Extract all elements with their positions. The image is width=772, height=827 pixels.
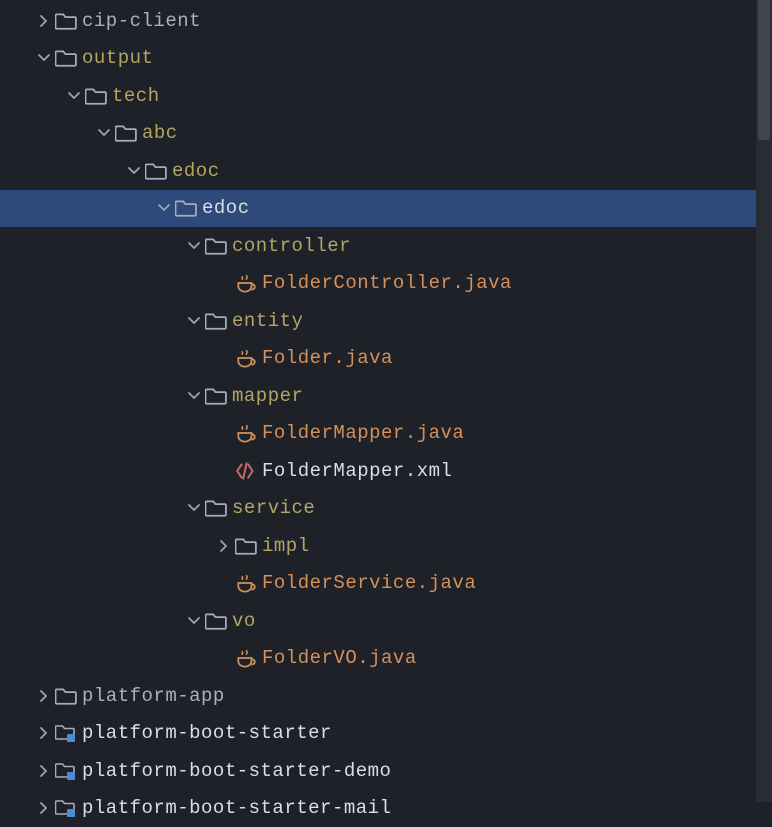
tree-item-label: edoc [172,160,220,182]
tree-item-label: platform-boot-starter-demo [82,760,391,782]
folder-icon [174,198,198,218]
java-icon [234,348,258,368]
tree-row[interactable]: service [0,490,772,528]
java-icon [234,273,258,293]
tree-row[interactable]: FolderVO.java [0,640,772,678]
folder-icon [54,48,78,68]
scrollbar-track[interactable] [756,0,772,802]
tree-item-label: Folder.java [262,347,393,369]
tree-row[interactable]: entity [0,302,772,340]
chevron-down-icon[interactable] [184,613,204,629]
folder-icon [204,311,228,331]
chevron-right-icon[interactable] [34,763,54,779]
tree-row[interactable]: edoc [0,152,772,190]
folder-icon [234,536,258,556]
chevron-down-icon[interactable] [184,313,204,329]
tree-row[interactable]: FolderMapper.xml [0,452,772,490]
tree-row[interactable]: edoc [0,190,772,228]
chevron-down-icon[interactable] [64,88,84,104]
chevron-right-icon[interactable] [34,725,54,741]
tree-row[interactable]: platform-app [0,677,772,715]
tree-row[interactable]: output [0,40,772,78]
project-tree[interactable]: cip-client output tech abc edoc edoc controlle… [0,0,772,827]
folder-icon [54,686,78,706]
tree-item-label: vo [232,610,256,632]
xml-icon [234,461,258,481]
tree-row[interactable]: cip-client [0,2,772,40]
tree-row[interactable]: platform-boot-starter [0,715,772,753]
folder-icon [54,11,78,31]
chevron-down-icon[interactable] [34,50,54,66]
tree-row[interactable]: tech [0,77,772,115]
folder-icon [204,611,228,631]
module-icon [54,723,78,743]
module-icon [54,798,78,818]
folder-icon [204,498,228,518]
chevron-down-icon[interactable] [124,163,144,179]
tree-item-label: abc [142,122,178,144]
chevron-right-icon[interactable] [34,13,54,29]
scrollbar-thumb[interactable] [758,0,770,140]
chevron-down-icon[interactable] [184,388,204,404]
tree-item-label: impl [262,535,310,557]
chevron-down-icon[interactable] [94,125,114,141]
tree-item-label: platform-app [82,685,225,707]
folder-icon [84,86,108,106]
folder-icon [204,236,228,256]
folder-icon [114,123,138,143]
java-icon [234,423,258,443]
tree-row[interactable]: mapper [0,377,772,415]
tree-item-label: mapper [232,385,303,407]
chevron-down-icon[interactable] [184,500,204,516]
tree-row[interactable]: platform-boot-starter-mail [0,790,772,827]
tree-row[interactable]: platform-boot-starter-demo [0,752,772,790]
tree-row[interactable]: controller [0,227,772,265]
tree-item-label: edoc [202,197,250,219]
tree-item-label: FolderMapper.xml [262,460,452,482]
tree-row[interactable]: Folder.java [0,340,772,378]
java-icon [234,648,258,668]
chevron-down-icon[interactable] [184,238,204,254]
folder-icon [204,386,228,406]
tree-row[interactable]: FolderController.java [0,265,772,303]
tree-item-label: cip-client [82,10,201,32]
chevron-right-icon[interactable] [34,800,54,816]
chevron-right-icon[interactable] [214,538,234,554]
tree-row[interactable]: FolderMapper.java [0,415,772,453]
chevron-down-icon[interactable] [154,200,174,216]
tree-row[interactable]: abc [0,115,772,153]
tree-item-label: service [232,497,315,519]
tree-row[interactable]: vo [0,602,772,640]
tree-row[interactable]: FolderService.java [0,565,772,603]
tree-row[interactable]: impl [0,527,772,565]
tree-item-label: FolderMapper.java [262,422,464,444]
java-icon [234,573,258,593]
tree-item-label: platform-boot-starter [82,722,332,744]
chevron-right-icon[interactable] [34,688,54,704]
tree-item-label: FolderVO.java [262,647,417,669]
module-icon [54,761,78,781]
tree-item-label: output [82,47,153,69]
tree-item-label: platform-boot-starter-mail [82,797,391,819]
tree-item-label: FolderController.java [262,272,512,294]
tree-item-label: tech [112,85,160,107]
tree-item-label: entity [232,310,303,332]
tree-item-label: FolderService.java [262,572,476,594]
folder-icon [144,161,168,181]
tree-item-label: controller [232,235,351,257]
